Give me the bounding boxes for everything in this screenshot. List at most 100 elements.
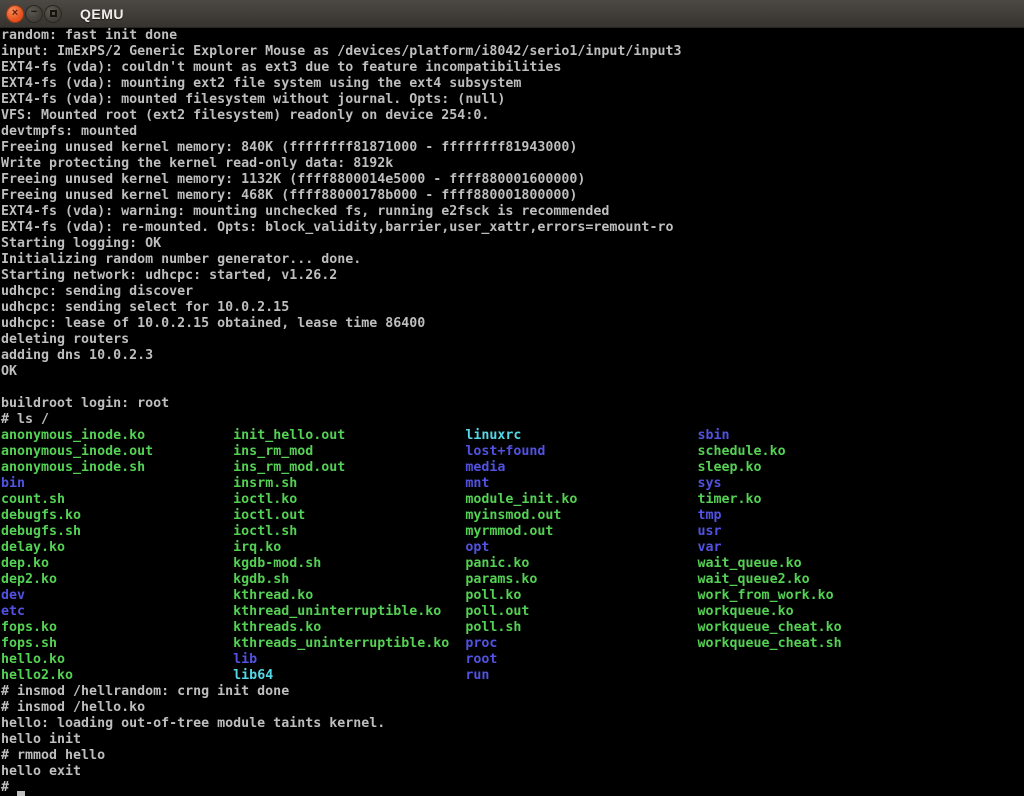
- ls-column-gap: [545, 444, 697, 459]
- ls-entry: module_init.ko: [465, 492, 577, 507]
- console-line: Starting network: udhcpc: started, v1.26…: [1, 268, 1024, 284]
- ls-entry: anonymous_inode.sh: [1, 460, 145, 475]
- ls-column-gap: [25, 588, 233, 603]
- shell-prompt: #: [1, 780, 17, 795]
- console-line: bin insrm.sh mnt sys: [1, 476, 1024, 492]
- ls-column-gap: [489, 540, 697, 555]
- ls-column-gap: [65, 652, 233, 667]
- ls-entry: poll.ko: [465, 588, 521, 603]
- console-line: # insmod /hello.ko: [1, 700, 1024, 716]
- ls-column-gap: [25, 476, 233, 491]
- ls-entry: kthread_uninterruptible.ko: [233, 604, 441, 619]
- ls-column-gap: [153, 444, 233, 459]
- ls-column-gap: [553, 524, 697, 539]
- ls-entry: debugfs.ko: [1, 508, 81, 523]
- ls-column-gap: [297, 524, 465, 539]
- ls-column-gap: [345, 460, 465, 475]
- console-line: udhcpc: sending select for 10.0.2.15: [1, 300, 1024, 316]
- ls-column-gap: [313, 588, 465, 603]
- ls-entry: sleep.ko: [698, 460, 762, 475]
- ls-column-gap: [49, 556, 233, 571]
- console-line: dep.ko kgdb-mod.sh panic.ko wait_queue.k…: [1, 556, 1024, 572]
- console-line: random: fast init done: [1, 28, 1024, 44]
- ls-column-gap: [305, 508, 465, 523]
- ls-entry: hello.ko: [1, 652, 65, 667]
- ls-column-gap: [57, 572, 233, 587]
- close-button[interactable]: ×: [6, 5, 24, 23]
- ls-entry: tmp: [698, 508, 722, 523]
- qemu-window: × − QEMU random: fast init doneinput: Im…: [0, 0, 1024, 796]
- console-line: EXT4-fs (vda): re-mounted. Opts: block_v…: [1, 220, 1024, 236]
- ls-entry: sys: [698, 476, 722, 491]
- ls-entry: work_from_work.ko: [698, 588, 834, 603]
- console-line: hello: loading out-of-tree module taints…: [1, 716, 1024, 732]
- console-line: Starting logging: OK: [1, 236, 1024, 252]
- ls-entry: debugfs.sh: [1, 524, 81, 539]
- terminal-screen[interactable]: random: fast init doneinput: ImExPS/2 Ge…: [0, 28, 1024, 796]
- titlebar[interactable]: × − QEMU: [0, 0, 1024, 28]
- ls-column-gap: [57, 636, 233, 651]
- ls-entry: anonymous_inode.out: [1, 444, 153, 459]
- ls-column-gap: [489, 668, 697, 683]
- ls-column-gap: [273, 668, 465, 683]
- console-line: EXT4-fs (vda): warning: mounting uncheck…: [1, 204, 1024, 220]
- ls-entry: run: [465, 668, 489, 683]
- ls-entry: wait_queue2.ko: [698, 572, 810, 587]
- console-line: debugfs.sh ioctl.sh myrmmod.out usr: [1, 524, 1024, 540]
- ls-entry: var: [698, 540, 722, 555]
- maximize-button[interactable]: [44, 5, 62, 23]
- ls-entry: timer.ko: [698, 492, 762, 507]
- ls-entry: mnt: [465, 476, 489, 491]
- ls-column-gap: [449, 636, 465, 651]
- ls-entry: insrm.sh: [233, 476, 297, 491]
- ls-column-gap: [441, 604, 465, 619]
- ls-column-gap: [65, 540, 233, 555]
- console-line: deleting routers: [1, 332, 1024, 348]
- console-line: OK: [1, 364, 1024, 380]
- console-line: hello.ko lib root: [1, 652, 1024, 668]
- ls-entry: usr: [698, 524, 722, 539]
- ls-column-gap: [313, 444, 465, 459]
- ls-entry: ioctl.ko: [233, 492, 297, 507]
- ls-entry: workqueue_cheat.ko: [698, 620, 842, 635]
- ls-entry: lib64: [233, 668, 273, 683]
- console-line: # insmod /hellrandom: crng init done: [1, 684, 1024, 700]
- console-line: VFS: Mounted root (ext2 filesystem) read…: [1, 108, 1024, 124]
- ls-column-gap: [73, 668, 233, 683]
- ls-entry: kthreads.ko: [233, 620, 321, 635]
- ls-column-gap: [81, 524, 233, 539]
- console-line: adding dns 10.0.2.3: [1, 348, 1024, 364]
- ls-column-gap: [537, 572, 697, 587]
- ls-entry: init_hello.out: [233, 428, 345, 443]
- ls-entry: kgdb-mod.sh: [233, 556, 321, 571]
- console-line: anonymous_inode.sh ins_rm_mod.out media …: [1, 460, 1024, 476]
- ls-column-gap: [577, 492, 697, 507]
- ls-column-gap: [81, 508, 233, 523]
- console-line: hello2.ko lib64 run: [1, 668, 1024, 684]
- minimize-button[interactable]: −: [25, 5, 43, 23]
- ls-column-gap: [321, 620, 465, 635]
- ls-entry: media: [465, 460, 505, 475]
- console-line: anonymous_inode.ko init_hello.out linuxr…: [1, 428, 1024, 444]
- ls-entry: kthread.ko: [233, 588, 313, 603]
- console-line: hello init: [1, 732, 1024, 748]
- console-line: hello exit: [1, 764, 1024, 780]
- ls-entry: kgdb.sh: [233, 572, 289, 587]
- console-line: delay.ko irq.ko opt var: [1, 540, 1024, 556]
- console-line: Freeing unused kernel memory: 1132K (fff…: [1, 172, 1024, 188]
- ls-entry: ioctl.out: [233, 508, 305, 523]
- ls-column-gap: [521, 620, 697, 635]
- terminal-cursor: [17, 782, 25, 796]
- ls-entry: poll.sh: [465, 620, 521, 635]
- ls-column-gap: [345, 428, 465, 443]
- ls-column-gap: [505, 460, 697, 475]
- ls-entry: delay.ko: [1, 540, 65, 555]
- ls-entry: bin: [1, 476, 25, 491]
- ls-entry: anonymous_inode.ko: [1, 428, 145, 443]
- ls-column-gap: [289, 572, 465, 587]
- ls-entry: workqueue_cheat.sh: [698, 636, 842, 651]
- ls-entry: dep.ko: [1, 556, 49, 571]
- console-line: udhcpc: sending discover: [1, 284, 1024, 300]
- console-line: buildroot login: root: [1, 396, 1024, 412]
- ls-entry: dep2.ko: [1, 572, 57, 587]
